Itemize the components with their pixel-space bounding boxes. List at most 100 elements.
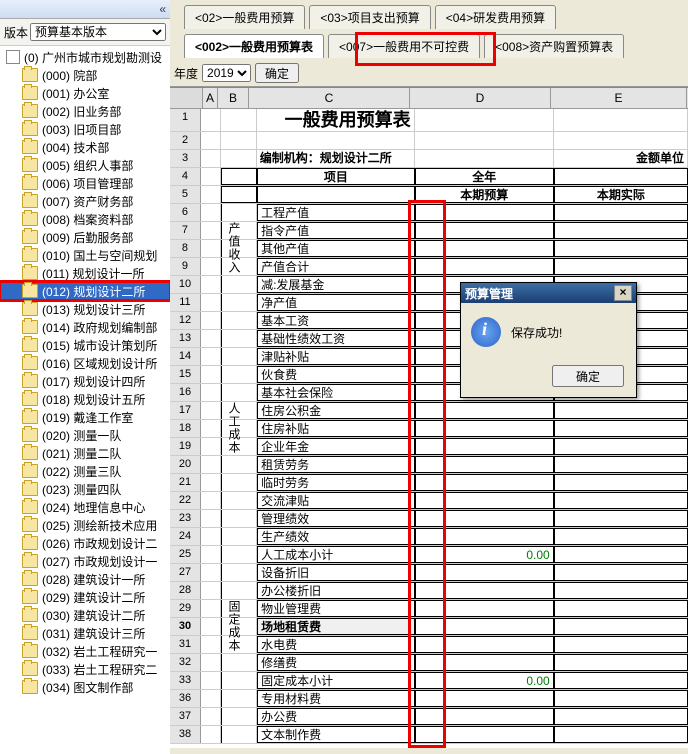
cell[interactable]: 基本工资: [257, 312, 415, 329]
cell[interactable]: 水电费: [257, 636, 415, 653]
table-row[interactable]: 37 办公费: [170, 708, 688, 726]
table-row[interactable]: 32修缮费: [170, 654, 688, 672]
tree-item[interactable]: (013) 规划设计三所: [0, 300, 170, 318]
table-row[interactable]: 9产值合计: [170, 258, 688, 276]
dialog-titlebar[interactable]: 预算管理 ×: [461, 283, 636, 303]
cell[interactable]: [554, 456, 688, 473]
row-header[interactable]: 4: [170, 168, 201, 185]
cell[interactable]: 伙食费: [257, 366, 415, 383]
table-row[interactable]: 17人工成本住房公积金: [170, 402, 688, 420]
table-row[interactable]: 25人工成本小计0.00: [170, 546, 688, 564]
row-header[interactable]: 38: [170, 726, 201, 743]
cell[interactable]: [554, 708, 688, 725]
cell[interactable]: 办公费: [257, 708, 415, 725]
row-header[interactable]: 37: [170, 708, 201, 725]
tree-item[interactable]: (024) 地理信息中心: [0, 498, 170, 516]
row-header[interactable]: 32: [170, 654, 201, 671]
cell[interactable]: [415, 654, 554, 671]
cell[interactable]: [201, 294, 221, 311]
tree-item[interactable]: (016) 区域规划设计所: [0, 354, 170, 372]
cell[interactable]: [201, 276, 221, 293]
cell[interactable]: [201, 636, 221, 653]
tree-item[interactable]: (003) 旧项目部: [0, 120, 170, 138]
table-row[interactable]: 23管理绩效: [170, 510, 688, 528]
cell[interactable]: 场地租赁费: [257, 618, 415, 635]
cell[interactable]: [554, 528, 688, 545]
table-row[interactable]: 1一般费用预算表: [170, 109, 688, 132]
cell[interactable]: 净产值: [257, 294, 415, 311]
cell[interactable]: [221, 492, 257, 509]
cell[interactable]: 全年: [415, 168, 554, 185]
cell[interactable]: [221, 582, 257, 599]
col-E[interactable]: E: [551, 88, 687, 108]
cell[interactable]: [201, 150, 221, 167]
cell[interactable]: [221, 456, 257, 473]
cell[interactable]: [201, 510, 221, 527]
cell[interactable]: [415, 582, 554, 599]
cell[interactable]: [201, 222, 221, 239]
cell[interactable]: 产值收入: [221, 222, 257, 239]
cell[interactable]: 基础性绩效工资: [257, 330, 415, 347]
row-header[interactable]: 6: [170, 204, 201, 221]
cell[interactable]: [554, 654, 688, 671]
cell[interactable]: 本期预算: [415, 186, 554, 203]
table-row[interactable]: 27设备折旧: [170, 564, 688, 582]
table-row[interactable]: 33固定成本小计0.00: [170, 672, 688, 690]
cell[interactable]: [201, 258, 221, 275]
col-D[interactable]: D: [410, 88, 551, 108]
tree-item[interactable]: (002) 旧业务部: [0, 102, 170, 120]
version-select[interactable]: 预算基本版本: [30, 23, 166, 41]
cell[interactable]: 产值合计: [257, 258, 415, 275]
table-row[interactable]: 7产值收入指令产值: [170, 222, 688, 240]
row-header[interactable]: 13: [170, 330, 201, 347]
org-tree[interactable]: (0) 广州市城市规划勘测设(000) 院部(001) 办公室(002) 旧业务…: [0, 46, 170, 742]
cell[interactable]: [554, 546, 688, 563]
tree-item[interactable]: (027) 市政规划设计一: [0, 552, 170, 570]
cell[interactable]: [221, 204, 257, 221]
dialog-ok-button[interactable]: 确定: [552, 365, 624, 387]
cell[interactable]: [221, 330, 257, 347]
tree-item[interactable]: (017) 规划设计四所: [0, 372, 170, 390]
row-header[interactable]: 36: [170, 690, 201, 707]
tree-item[interactable]: (005) 组织人事部: [0, 156, 170, 174]
row-header[interactable]: 18: [170, 420, 201, 437]
table-row[interactable]: 28办公楼折旧: [170, 582, 688, 600]
row-header[interactable]: 31: [170, 636, 201, 653]
table-row[interactable]: 21临时劳务: [170, 474, 688, 492]
tab[interactable]: <002>一般费用预算表: [184, 34, 324, 58]
cell[interactable]: [415, 150, 554, 167]
row-header[interactable]: 11: [170, 294, 201, 311]
tree-item[interactable]: (034) 图文制作部: [0, 678, 170, 696]
cell[interactable]: [554, 672, 688, 689]
cell[interactable]: 减:发展基金: [257, 276, 415, 293]
cell[interactable]: [415, 600, 554, 617]
tree-item[interactable]: (030) 建筑设计二所: [0, 606, 170, 624]
cell[interactable]: [415, 240, 554, 257]
cell[interactable]: [201, 654, 221, 671]
row-header[interactable]: 8: [170, 240, 201, 257]
cell[interactable]: [415, 109, 554, 131]
cell[interactable]: [221, 348, 257, 365]
cell[interactable]: [554, 240, 688, 257]
row-header[interactable]: 7: [170, 222, 201, 239]
cell[interactable]: [201, 240, 221, 257]
corner-cell[interactable]: [170, 88, 203, 108]
cell[interactable]: [221, 690, 257, 707]
spreadsheet[interactable]: A B C D E 1一般费用预算表23编制机构：规划设计二所金额单位4项目全年…: [170, 87, 688, 748]
table-row[interactable]: 8其他产值: [170, 240, 688, 258]
cell[interactable]: 一般费用预算表: [257, 109, 415, 131]
table-row[interactable]: 30场地租赁费: [170, 618, 688, 636]
cell[interactable]: [201, 366, 221, 383]
cell[interactable]: [221, 708, 257, 725]
cell[interactable]: [201, 618, 221, 635]
cell[interactable]: [415, 528, 554, 545]
cell[interactable]: 文本制作费: [257, 726, 415, 743]
cell[interactable]: [201, 546, 221, 563]
cell[interactable]: [221, 276, 257, 293]
cell[interactable]: [554, 474, 688, 491]
row-header[interactable]: 10: [170, 276, 201, 293]
cell[interactable]: [201, 348, 221, 365]
cell[interactable]: [221, 564, 257, 581]
cell[interactable]: 0.00: [415, 672, 554, 689]
table-row[interactable]: 38 文本制作费: [170, 726, 688, 744]
